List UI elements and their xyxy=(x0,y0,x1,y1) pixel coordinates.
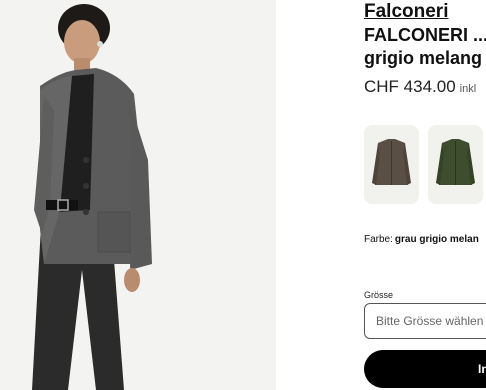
brand-link[interactable]: Falconeri xyxy=(364,1,448,23)
tax-note: inkl xyxy=(459,83,477,95)
size-label: Grösse xyxy=(364,290,394,300)
color-value: grau grigio melan xyxy=(394,234,479,245)
color-swatch-brown[interactable] xyxy=(364,125,419,204)
product-image[interactable] xyxy=(0,0,276,390)
size-select[interactable]: Bitte Grösse wählen xyxy=(364,303,486,339)
add-to-cart-button[interactable]: In xyxy=(364,350,486,388)
product-title: FALCONERI ... grigio melang xyxy=(364,24,486,70)
price-row: CHF 434.00 inkl xyxy=(364,77,486,97)
selected-color: Farbe: grau grigio melan xyxy=(364,234,486,245)
color-label: Farbe: xyxy=(364,234,393,245)
price: CHF 434.00 xyxy=(364,77,456,96)
product-title-line2: grigio melang xyxy=(364,48,483,68)
color-swatch-green[interactable] xyxy=(428,125,483,204)
product-title-line1: FALCONERI ... xyxy=(364,25,486,45)
